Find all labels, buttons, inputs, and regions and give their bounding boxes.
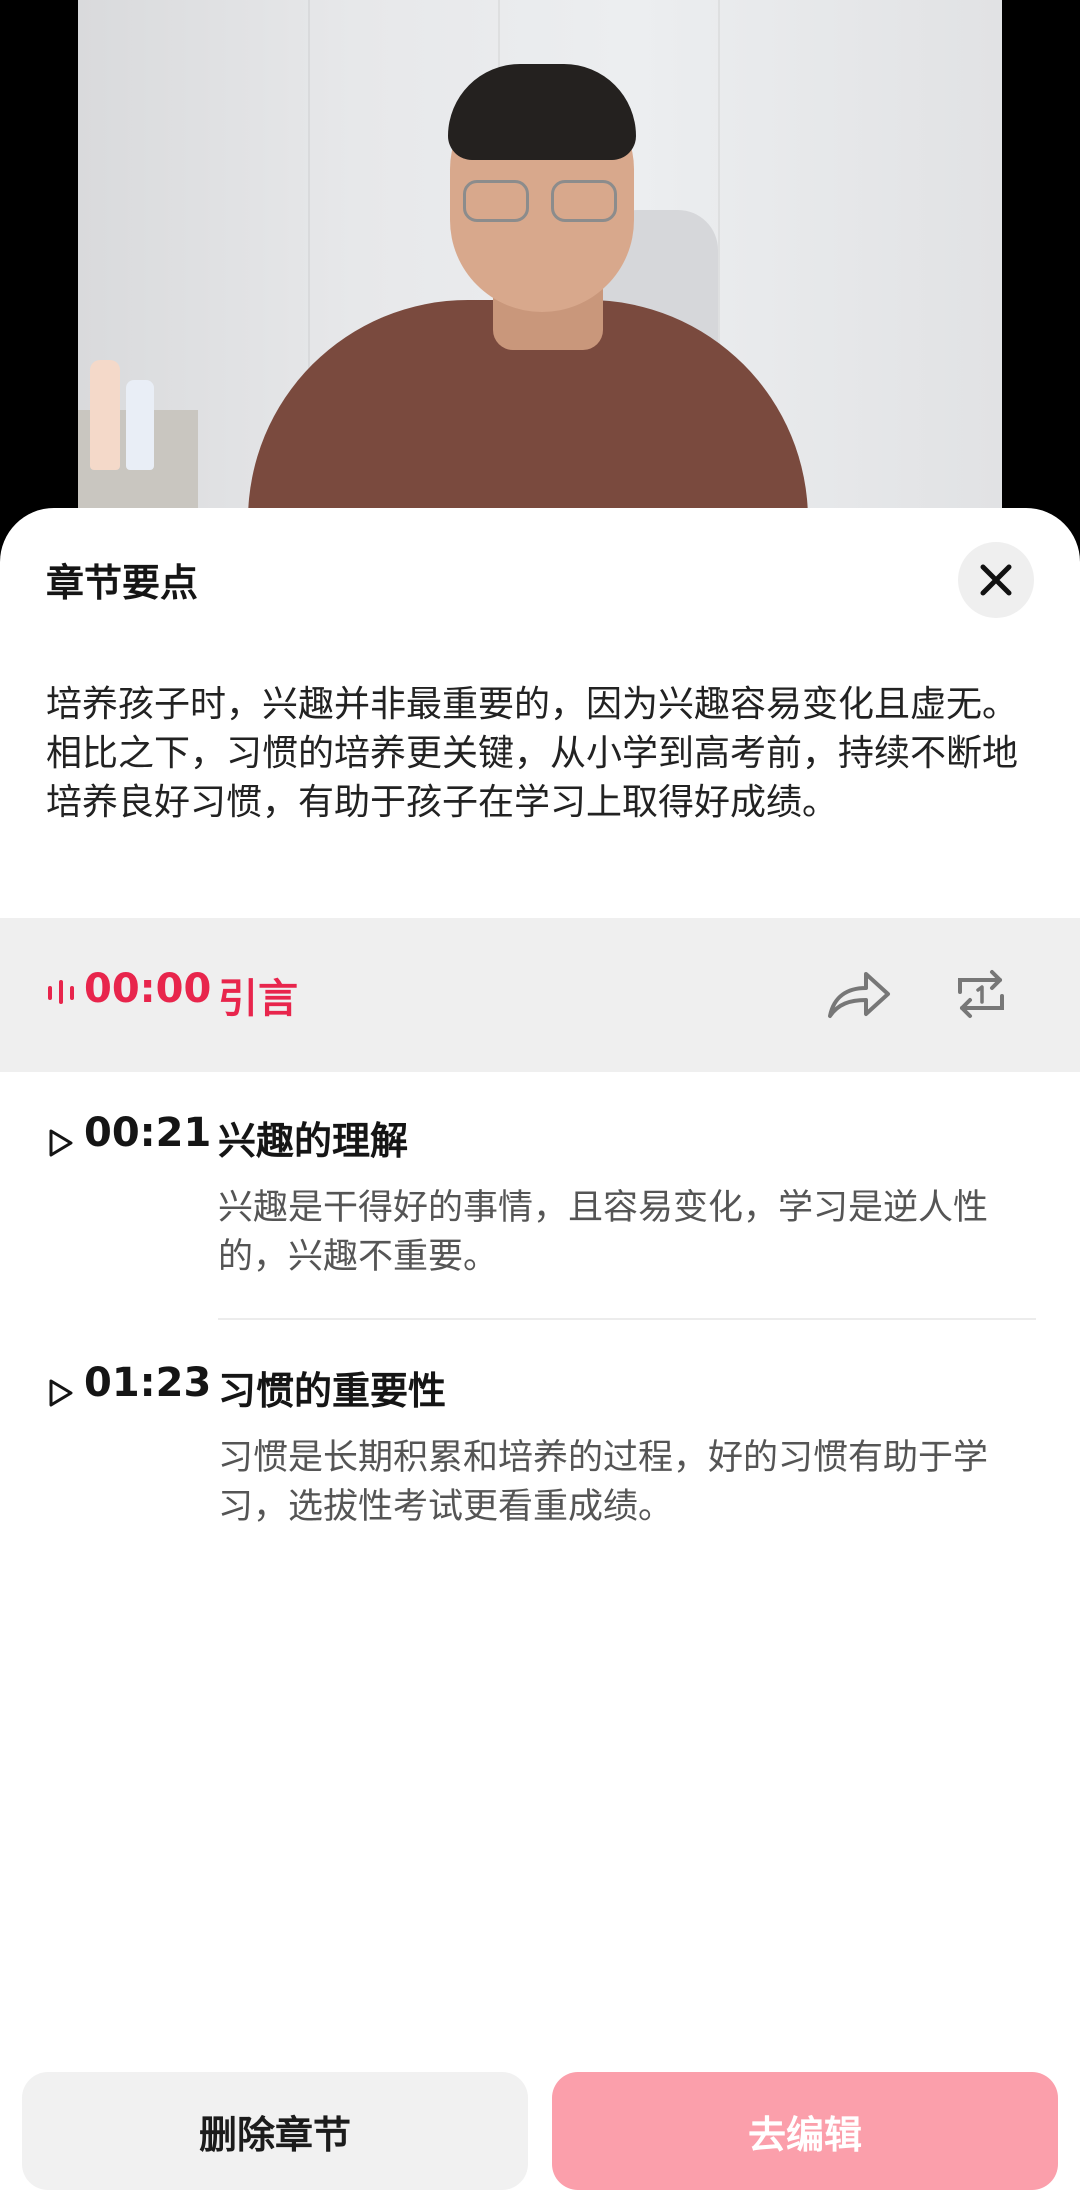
- waveform-icon: [48, 980, 74, 1004]
- bottle: [126, 380, 154, 470]
- loop-icon[interactable]: [952, 966, 1010, 1022]
- sheet-title: 章节要点: [46, 561, 199, 605]
- chapter-time: 00:00: [84, 966, 212, 1012]
- chapter-description: 兴趣是干得好的事情，且容易变化，学习是逆人性的，兴趣不重要。: [218, 1188, 989, 1277]
- chapter-time: 00:21: [84, 1110, 212, 1156]
- video-player[interactable]: [0, 0, 1080, 560]
- chapter-sheet: 章节要点 培养孩子时，兴趣并非最重要的，因为兴趣容易变化且虚无。相比之下，习惯的…: [0, 508, 1080, 2210]
- play-icon: [49, 1379, 73, 1407]
- chapter-description: 习惯是长期积累和培养的过程，好的习惯有助于学习，选拔性考试更看重成绩。: [218, 1438, 989, 1527]
- speaker-glasses: [463, 180, 623, 224]
- chapter-summary: 培养孩子时，兴趣并非最重要的，因为兴趣容易变化且虚无。相比之下，习惯的培养更关键…: [46, 684, 1019, 823]
- bottle: [90, 360, 120, 470]
- chapter-title: 引言: [218, 976, 298, 1022]
- chapter-row-active[interactable]: 00:00 引言: [0, 918, 1080, 1072]
- video-frame: [78, 0, 1002, 560]
- chapter-title: 习惯的重要性: [218, 1369, 447, 1413]
- divider: [218, 1318, 1036, 1320]
- chapter-title: 兴趣的理解: [218, 1119, 409, 1163]
- chapter-time: 01:23: [84, 1360, 212, 1406]
- delete-chapter-button[interactable]: 删除章节: [22, 2072, 528, 2190]
- speaker-hair: [448, 64, 636, 160]
- close-icon: [980, 564, 1012, 596]
- close-button[interactable]: [958, 542, 1034, 618]
- share-icon[interactable]: [826, 966, 892, 1022]
- play-icon: [49, 1129, 73, 1157]
- edit-button[interactable]: 去编辑: [552, 2072, 1058, 2190]
